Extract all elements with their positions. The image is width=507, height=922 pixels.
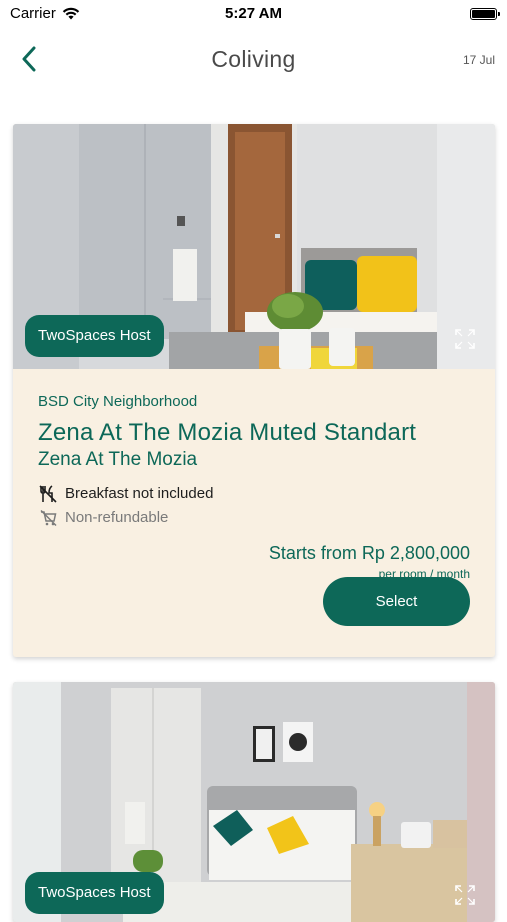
nav-bar: Coliving 17 Jul [0, 38, 507, 82]
room-photo[interactable]: TwoSpaces Host [13, 682, 495, 922]
non-refundable-icon [38, 508, 57, 527]
price-block: Starts from Rp 2,800,000 per room / mont… [38, 543, 470, 581]
listing-details: BSD City Neighborhood Zena At The Mozia … [13, 393, 495, 581]
page-title: Coliving [211, 46, 296, 72]
date-label[interactable]: 17 Jul [463, 53, 495, 67]
expand-icon[interactable] [455, 885, 475, 905]
breakfast-policy: Breakfast not included [38, 484, 470, 503]
expand-icon[interactable] [455, 329, 475, 349]
listing-card[interactable]: TwoSpaces Host [13, 682, 495, 922]
property-name: Zena At The Mozia [38, 449, 198, 470]
host-badge: TwoSpaces Host [25, 315, 164, 357]
battery-icon [470, 8, 500, 20]
no-breakfast-icon [38, 484, 57, 503]
host-badge: TwoSpaces Host [25, 872, 164, 914]
status-bar: Carrier 5:27 AM [0, 0, 507, 28]
breakfast-policy-label: Breakfast not included [65, 485, 214, 502]
refund-policy: Non-refundable [38, 508, 470, 527]
room-photo[interactable]: TwoSpaces Host [13, 124, 495, 369]
listing-card[interactable]: TwoSpaces Host BSD City Neighborhood Zen… [13, 124, 495, 657]
area-label: BSD City Neighborhood [38, 393, 198, 410]
price-label: Starts from Rp 2,800,000 [268, 543, 470, 563]
select-button[interactable]: Select [323, 577, 470, 626]
room-title: Zena At The Mozia Muted Standart [38, 419, 417, 446]
refund-policy-label: Non-refundable [65, 509, 169, 526]
status-time: 5:27 AM [225, 5, 282, 22]
